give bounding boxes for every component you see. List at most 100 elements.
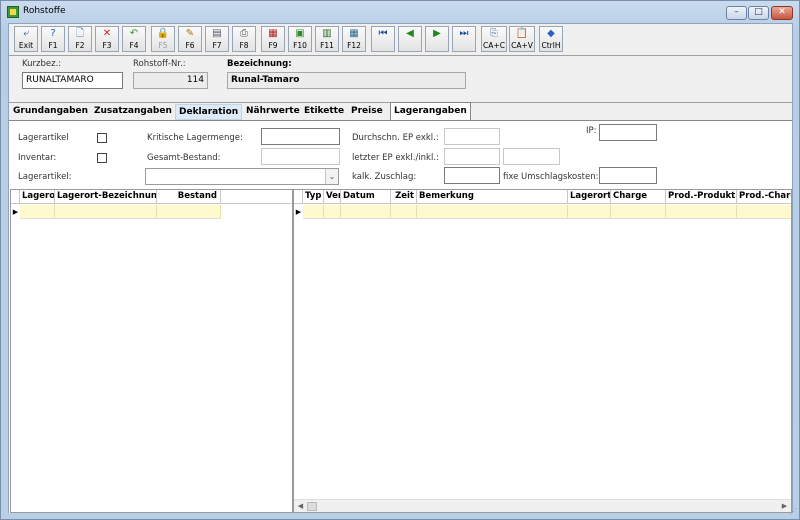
toolbar-button-label: F3 (102, 41, 112, 50)
letzter-ep-exkl-field (444, 148, 500, 165)
tab-deklaration[interactable]: Deklaration (175, 104, 243, 120)
close-button[interactable]: ✕ (771, 6, 793, 20)
column-verk[interactable]: Verk (324, 190, 341, 204)
table-cell[interactable] (55, 205, 157, 219)
table-cell[interactable] (391, 205, 417, 219)
ctrlh-button[interactable]: ◆ CtrlH (539, 26, 563, 52)
table-cell[interactable] (324, 205, 341, 219)
row-header-column (11, 190, 20, 204)
toolbar-button-label: CtrlH (541, 41, 561, 50)
tab-lagerangaben[interactable]: Lagerangaben (390, 102, 471, 121)
letzter-ep-label: letzter EP exkl./inkl.: (352, 153, 439, 163)
lagerangaben-panel: Lagerartikel Inventar: Lagerartikel: ⌄ K… (9, 120, 792, 513)
copy-icon: ⎘ (490, 28, 498, 39)
new-document-icon: 🗋 (75, 28, 85, 39)
resize-grip-icon[interactable]: ⋰ (787, 507, 797, 517)
chevron-down-icon[interactable]: ⌄ (325, 169, 338, 184)
column-zeit[interactable]: Zeit (391, 190, 417, 204)
next-record-button[interactable]: ▶ (425, 26, 449, 52)
f8-button[interactable]: ⎙ F8 (232, 26, 256, 52)
f7-button[interactable]: ▤ F7 (205, 26, 229, 52)
table-cell[interactable] (303, 205, 324, 219)
lagerbewegungen-grid[interactable]: Typ Verk Datum Zeit Bemerkung Lagerort C… (293, 189, 792, 513)
f11-button[interactable]: ▥ F11 (315, 26, 339, 52)
toolbar: ⤶ Exit? F1 🗋 F2 ✕ F3 ↶ F4 🔒 F5 ✎ F6 ▤ F7 ⎙ F8 ▦ F9 ▣ F10 ▥ F11… (9, 24, 792, 54)
column-prod-produkt[interactable]: Prod.-Produkt (666, 190, 737, 204)
f9-button[interactable]: ▦ F9 (261, 26, 285, 52)
toolbar-button-label: F1 (48, 41, 58, 50)
inventar-checkbox[interactable] (97, 153, 107, 163)
table-cell[interactable] (157, 205, 221, 219)
f10-button[interactable]: ▣ F10 (288, 26, 312, 52)
ca-v-button[interactable]: 📋 CA+V (509, 26, 535, 52)
scrollbar-thumb[interactable] (307, 502, 317, 511)
minimize-button[interactable]: – (726, 6, 747, 20)
table-cell[interactable] (611, 205, 666, 219)
calculator-icon: ▦ (349, 28, 359, 39)
table-cell[interactable] (568, 205, 611, 219)
column-prod-charge[interactable]: Prod.-Charge (737, 190, 791, 204)
ca-c-button[interactable]: ⎘ CA+C (481, 26, 507, 52)
tab-naehrwerte[interactable]: Nährwerte (243, 104, 303, 120)
table-row[interactable] (20, 205, 221, 219)
last-record-button[interactable]: ⏭ (452, 26, 476, 52)
exit-button[interactable]: ⤶ Exit (14, 26, 38, 52)
tab-preise[interactable]: Preise (348, 104, 386, 120)
table-row[interactable] (303, 205, 791, 219)
table-cell[interactable] (341, 205, 391, 219)
lock-icon: 🔒 (156, 28, 170, 39)
column-typ[interactable]: Typ (303, 190, 324, 204)
lagerort-grid[interactable]: Lagerort Lagerort-Bezeichnung Bestand ▶ (10, 189, 293, 513)
lagerartikel-checkbox[interactable] (97, 133, 107, 143)
diamond-icon: ◆ (547, 28, 555, 39)
tab-grundangaben[interactable]: Grundangaben (10, 104, 91, 120)
table-cell[interactable] (737, 205, 791, 219)
current-row-arrow-icon: ▶ (294, 205, 303, 219)
column-bemerkung[interactable]: Bemerkung (417, 190, 568, 204)
column-lagerort[interactable]: Lagerort (568, 190, 611, 204)
fixe-umschlagskosten-field[interactable] (599, 167, 657, 184)
rohstoff-nr-field: 114 (133, 72, 208, 89)
title-bar[interactable]: Rohstoffe – □ ✕ (1, 1, 799, 23)
kalk-zuschlag-field[interactable] (444, 167, 500, 184)
toolbar-button-label: F5 (158, 41, 168, 50)
horizontal-scrollbar[interactable]: ◀ ▶ (294, 499, 791, 512)
column-bestand[interactable]: Bestand (157, 190, 221, 204)
column-datum[interactable]: Datum (341, 190, 391, 204)
f5-button[interactable]: 🔒 F5 (151, 26, 175, 52)
toolbar-button-label: CA+C (483, 41, 505, 50)
print-icon: ⎙ (240, 28, 248, 39)
first-record-button[interactable]: ⏮ (371, 26, 395, 52)
kurzbez-field[interactable]: RUNALTAMARO (22, 72, 123, 89)
f6-button[interactable]: ✎ F6 (178, 26, 202, 52)
fixe-umschlagskosten-label: fixe Umschlagskosten: (503, 172, 599, 182)
previous-record-button[interactable]: ◀ (398, 26, 422, 52)
f12-button[interactable]: ▦ F12 (342, 26, 366, 52)
gesamt-bestand-label: Gesamt-Bestand: (147, 153, 221, 163)
column-charge[interactable]: Charge (611, 190, 666, 204)
save-icon: ▣ (295, 28, 305, 39)
kritische-lagermenge-label: Kritische Lagermenge: (147, 133, 243, 143)
tab-zusatzangaben[interactable]: Zusatzangaben (91, 104, 175, 120)
folder-icon: ▤ (212, 28, 222, 39)
table-cell[interactable] (666, 205, 737, 219)
f3-button[interactable]: ✕ F3 (95, 26, 119, 52)
column-lagerort[interactable]: Lagerort (20, 190, 55, 204)
table-cell[interactable] (417, 205, 568, 219)
lagerartikel-select[interactable]: ⌄ (145, 168, 339, 185)
kritische-lagermenge-field[interactable] (261, 128, 340, 145)
maximize-button[interactable]: □ (748, 6, 769, 20)
scroll-left-icon[interactable]: ◀ (295, 501, 306, 512)
delete-icon: ✕ (102, 28, 112, 39)
column-lagerort-bezeichnung[interactable]: Lagerort-Bezeichnung (55, 190, 157, 204)
table-cell[interactable] (20, 205, 55, 219)
f2-button[interactable]: 🗋 F2 (68, 26, 92, 52)
kalk-zuschlag-label: kalk. Zuschlag: (352, 172, 417, 182)
f4-button[interactable]: ↶ F4 (122, 26, 146, 52)
bezeichnung-label: Bezeichnung: (227, 59, 292, 69)
tab-etikette[interactable]: Etikette (301, 104, 347, 120)
toolbar-button-label: F2 (75, 41, 85, 50)
undo-icon: ↶ (129, 28, 139, 39)
f1-button[interactable]: ? F1 (41, 26, 65, 52)
ip-field[interactable] (599, 124, 657, 141)
